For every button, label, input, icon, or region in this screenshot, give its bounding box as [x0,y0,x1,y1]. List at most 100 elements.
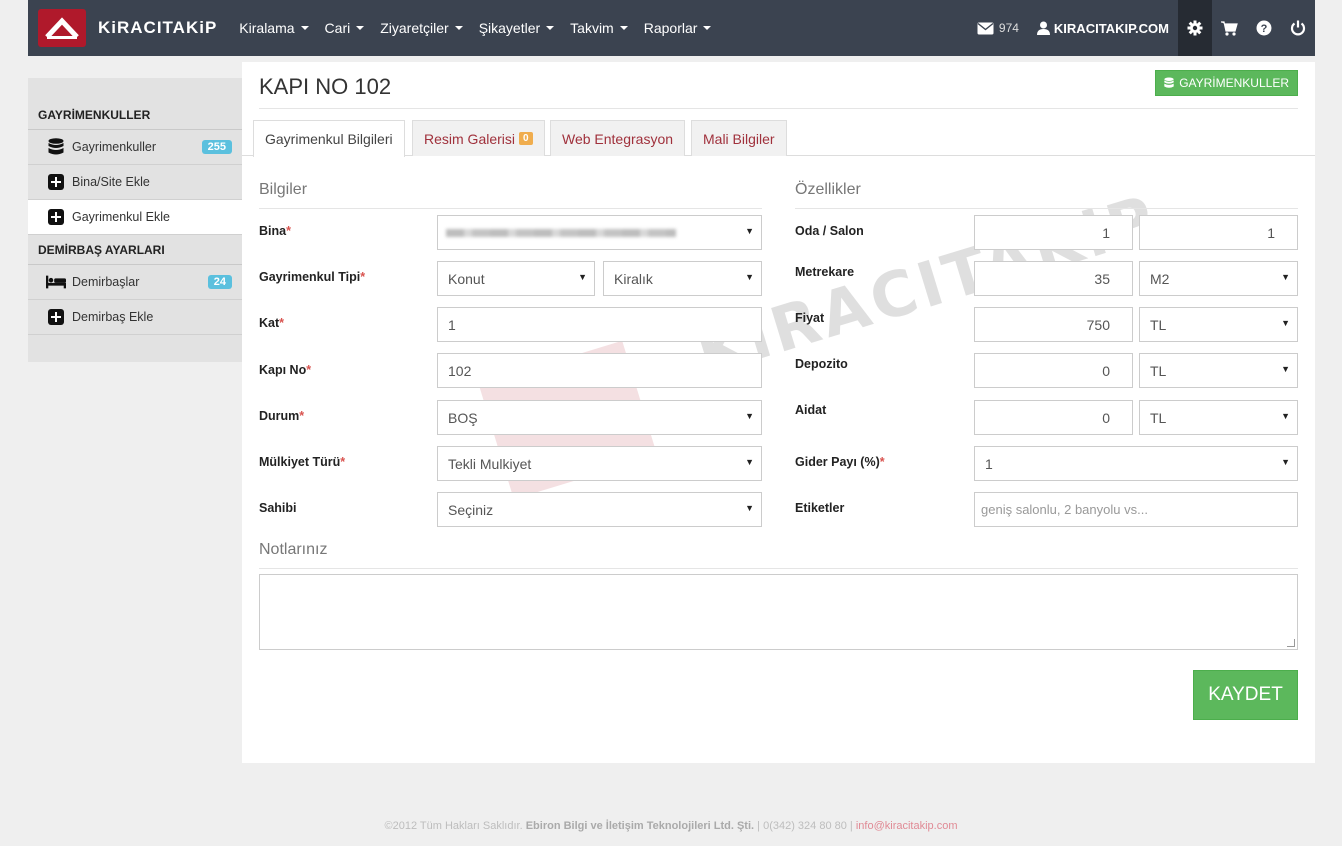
count-badge: 0 [519,132,533,145]
gayrimenkul-tipi-select[interactable]: Konut [437,261,595,296]
help-button[interactable]: ? [1247,0,1281,56]
main-menu: Kiralama Cari Ziyaretçiler Şikayetler Ta… [231,0,719,56]
label-mulkiyet-turu: Mülkiyet Türü* [259,455,345,469]
metrekare-unit-select[interactable]: M2 [1139,261,1298,296]
tab-web-entegrasyon[interactable]: Web Entegrasyon [550,120,686,156]
label-bina: Bina* [259,224,291,238]
required-mark: * [306,363,312,377]
button-label: GAYRİMENKULLER [1179,76,1289,90]
nav-raporlar[interactable]: Raporlar [636,0,720,56]
fiyat-input[interactable]: 750 [974,307,1133,342]
nav-label: Takvim [570,20,614,36]
caret-down-icon [454,26,463,30]
messages-button[interactable]: 974 [968,0,1028,56]
nav-kiralama[interactable]: Kiralama [231,0,316,56]
svg-text:?: ? [1261,23,1268,35]
divider [259,568,1298,569]
sahibi-select[interactable]: Seçiniz [437,492,762,527]
sidebar-item-gayrimenkuller[interactable]: Gayrimenkuller 255 [28,130,242,165]
select-value: TL [1150,316,1167,333]
caret-down-icon [356,26,365,30]
footer-phone: | 0(342) 324 80 80 | [757,820,853,832]
save-button[interactable]: KAYDET [1193,670,1298,720]
select-value: Kiralık [614,270,653,287]
main-panel: KAPI NO 102 GAYRİMENKULLER Gayrimenkul B… [242,62,1315,763]
caret-down-icon [703,26,712,30]
input-value: 35 [1094,270,1110,287]
brand[interactable]: KiRACITAKiP [28,0,231,56]
depozito-currency-select[interactable]: TL [1139,353,1298,388]
aidat-currency-select[interactable]: TL [1139,400,1298,435]
select-value: Konut [448,270,485,287]
footer-copyright: ©2012 Tüm Hakları Saklıdır. [384,820,523,832]
tab-mali-bilgiler[interactable]: Mali Bilgiler [691,120,787,156]
select-value: BOŞ [448,409,478,426]
sidebar-item-demirbaslar[interactable]: Demirbaşlar 24 [28,265,242,300]
label-kat: Kat* [259,316,284,330]
plus-square-icon [46,174,66,190]
footer-email-link[interactable]: info@kiracitakip.com [856,820,958,832]
required-mark: * [279,316,285,330]
select-value: Tekli Mulkiyet [448,455,532,472]
etiketler-input[interactable]: geniş salonlu, 2 banyolu vs... [974,492,1298,527]
aidat-input[interactable]: 0 [974,400,1133,435]
durum-select[interactable]: BOŞ [437,400,762,435]
metrekare-input[interactable]: 35 [974,261,1133,296]
select-value: Seçiniz [448,501,494,518]
gayrimenkuller-button[interactable]: GAYRİMENKULLER [1155,70,1298,96]
required-mark: * [299,409,305,423]
required-mark: * [879,455,885,469]
select-value: M2 [1150,270,1170,287]
tab-label: Mali Bilgiler [703,130,775,147]
fiyat-currency-select[interactable]: TL [1139,307,1298,342]
nav-label: Raporlar [643,20,698,36]
label-text: Durum [259,409,300,423]
input-value: 0 [1102,409,1110,426]
kiralama-tipi-select[interactable]: Kiralık [603,261,762,296]
input-value: 1 [1267,224,1275,241]
sidebar-item-demirbas-ekle[interactable]: Demirbaş Ekle [28,300,242,335]
user-menu[interactable]: KIRACITAKIP.COM [1028,0,1178,56]
user-icon [1036,21,1050,35]
label-gayrimenkul-tipi: Gayrimenkul Tipi* [259,270,365,284]
kapi-no-input[interactable]: 102 [437,353,762,388]
gider-payi-select[interactable]: 1 [974,446,1298,481]
bina-select[interactable] [437,215,762,250]
oda-input[interactable]: 1 [974,215,1133,250]
salon-input[interactable]: 1 [1139,215,1298,250]
kat-input[interactable]: 1 [437,307,762,342]
section-title-notlar: Notlarınız [259,541,328,558]
mulkiyet-turu-select[interactable]: Tekli Mulkiyet [437,446,762,481]
label-text: Bina [259,224,287,238]
sidebar-item-bina-site-ekle[interactable]: Bina/Site Ekle [28,165,242,200]
label-text: Kapı No [259,363,307,377]
tab-resim-galerisi[interactable]: Resim Galerisi 0 [412,120,545,156]
tab-label: Resim Galerisi [424,130,516,147]
tab-gayrimenkul-bilgileri[interactable]: Gayrimenkul Bilgileri [253,120,405,157]
nav-cari[interactable]: Cari [317,0,373,56]
nav-sikayetler[interactable]: Şikayetler [471,0,562,56]
depozito-input[interactable]: 0 [974,353,1133,388]
nav-ziyaretciler[interactable]: Ziyaretçiler [372,0,470,56]
sidebar-item-label: Bina/Site Ekle [72,175,150,189]
tab-bar: Gayrimenkul Bilgileri Resim Galerisi 0 We… [242,120,1315,157]
label-durum: Durum* [259,409,304,423]
page-title: KAPI NO 102 [259,74,392,99]
count-badge: 255 [201,140,232,154]
required-mark: * [340,455,346,469]
settings-button[interactable] [1178,0,1212,56]
input-value: 750 [1086,316,1110,333]
sidebar-item-gayrimenkul-ekle[interactable]: Gayrimenkul Ekle [28,200,244,235]
cart-button[interactable] [1212,0,1247,56]
label-metrekare: Metrekare [795,265,855,279]
required-mark: * [360,270,366,284]
redacted-value [446,228,676,237]
logout-button[interactable] [1281,0,1315,56]
brand-logo-icon [38,9,86,47]
sidebar-item-label: Demirbaşlar [72,275,140,289]
input-placeholder: geniş salonlu, 2 banyolu vs... [981,502,1148,517]
label-oda-salon: Oda / Salon [795,224,864,238]
notes-textarea[interactable] [259,574,1298,650]
nav-label: Şikayetler [478,20,541,36]
nav-takvim[interactable]: Takvim [562,0,636,56]
